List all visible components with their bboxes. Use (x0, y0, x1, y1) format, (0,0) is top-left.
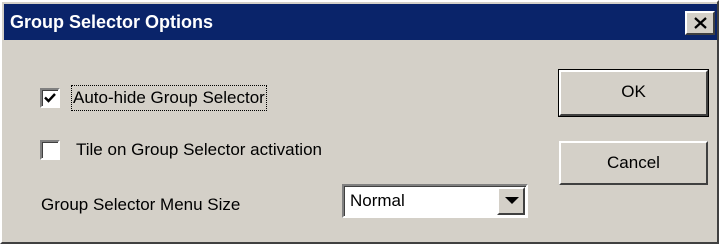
ok-button[interactable]: OK (558, 69, 709, 117)
ok-button-label: OK (621, 82, 646, 101)
menu-size-value: Normal (350, 191, 405, 210)
auto-hide-label[interactable]: Auto-hide Group Selector (71, 85, 267, 111)
window-title: Group Selector Options (10, 12, 214, 32)
title-bar[interactable]: Group Selector Options (4, 4, 717, 40)
group-selector-options-dialog: Group Selector Options Auto-hide Group S… (0, 0, 719, 244)
dropdown-button[interactable] (497, 187, 525, 215)
checkmark-icon (44, 93, 56, 103)
menu-size-label: Group Selector Menu Size (41, 195, 241, 214)
cancel-button[interactable]: Cancel (559, 141, 708, 185)
tile-on-activation-label[interactable]: Tile on Group Selector activation (76, 139, 322, 161)
cancel-button-label: Cancel (607, 153, 660, 172)
tile-on-activation-checkbox[interactable] (40, 140, 60, 160)
menu-size-select[interactable]: Normal (342, 184, 528, 218)
close-icon (694, 17, 707, 29)
tile-on-activation-option[interactable]: Tile on Group Selector activation (40, 138, 400, 162)
dropdown-arrow-icon (505, 197, 519, 204)
auto-hide-option[interactable]: Auto-hide Group Selector (40, 85, 340, 111)
auto-hide-checkbox[interactable] (40, 88, 60, 108)
close-button[interactable] (685, 11, 715, 35)
